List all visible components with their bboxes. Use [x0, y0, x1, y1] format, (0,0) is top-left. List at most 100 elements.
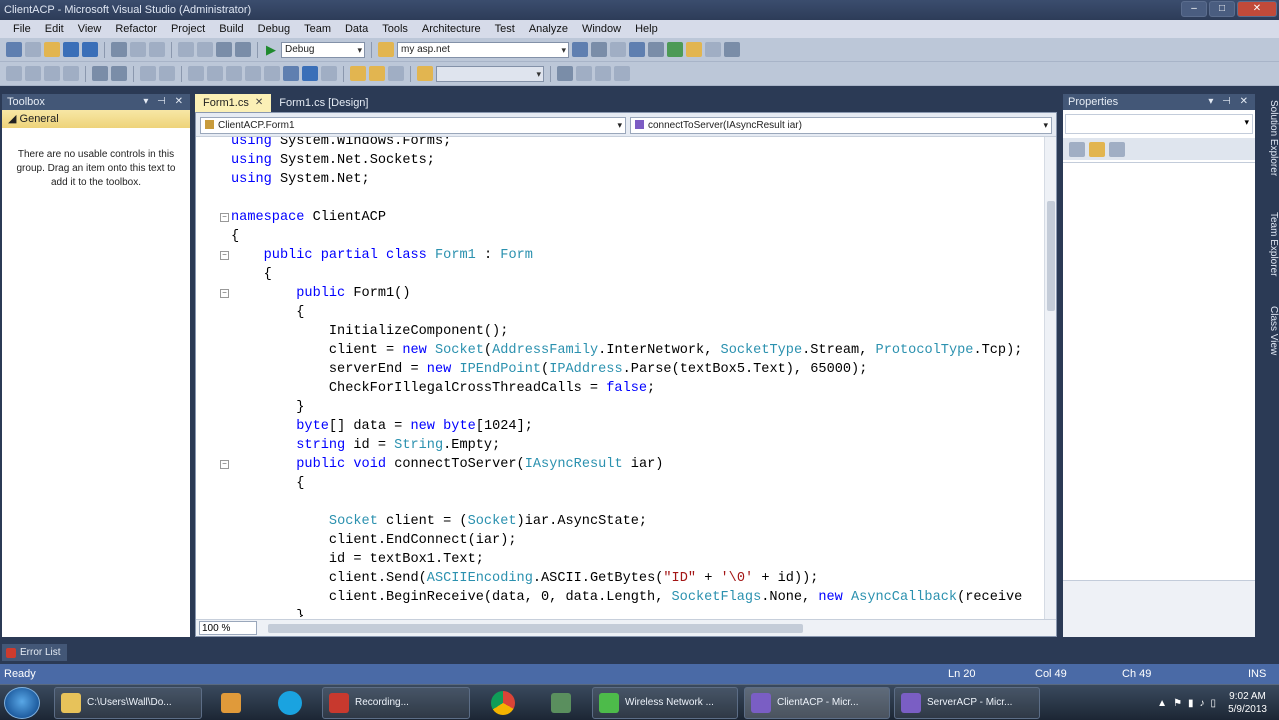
taskbar-recording[interactable]: Recording...	[322, 687, 470, 719]
next-bookmark-document-icon[interactable]	[302, 66, 318, 81]
menu-project[interactable]: Project	[164, 20, 212, 38]
taskbar-remote[interactable]	[536, 687, 586, 719]
paste-icon[interactable]	[149, 42, 165, 57]
code-line[interactable]: Socket client = (Socket)iar.AsyncState;	[231, 512, 647, 531]
error-list-tab[interactable]: Error List	[2, 644, 67, 661]
toggle-bookmark-icon[interactable]	[188, 66, 204, 81]
outline-collapse-icon[interactable]: −	[220, 460, 229, 469]
taskbar-clientacp[interactable]: ClientACP - Micr...	[744, 687, 890, 719]
extension-manager-icon[interactable]	[686, 42, 702, 57]
add-item-icon[interactable]	[25, 42, 41, 57]
show-hidden-icons-icon[interactable]: ▲	[1157, 698, 1167, 709]
navigate-backward-icon[interactable]	[216, 42, 232, 57]
code-line[interactable]: }	[231, 398, 304, 417]
next-bookmark-icon[interactable]	[226, 66, 242, 81]
menu-help[interactable]: Help	[628, 20, 665, 38]
debug-target-select[interactable]	[436, 65, 544, 82]
open-file-icon[interactable]	[44, 42, 60, 57]
code-line[interactable]: InitializeComponent();	[231, 322, 508, 341]
decrease-indent-icon[interactable]	[92, 66, 108, 81]
taskbar-chrome[interactable]	[476, 687, 530, 719]
display-parameter-info-icon[interactable]	[44, 66, 60, 81]
toolbar-options-icon[interactable]	[724, 42, 740, 57]
property-pages-icon[interactable]	[1109, 141, 1125, 157]
cut-icon[interactable]	[111, 42, 127, 57]
solution-configuration-select[interactable]: Debug	[281, 41, 365, 58]
code-line[interactable]: {	[231, 265, 272, 284]
immediate-window-icon[interactable]	[388, 66, 404, 81]
code-line[interactable]: id = textBox1.Text;	[231, 550, 484, 569]
types-dropdown[interactable]: ClientACP.Form1	[200, 117, 626, 134]
copy-icon[interactable]	[130, 42, 146, 57]
object-browser-icon[interactable]	[629, 42, 645, 57]
alphabetical-icon[interactable]	[1089, 141, 1105, 157]
action-center-icon[interactable]: ⚑	[1173, 698, 1182, 709]
code-line[interactable]: CheckForIllegalCrossThreadCalls = false;	[231, 379, 655, 398]
uncomment-icon[interactable]	[159, 66, 175, 81]
menu-team[interactable]: Team	[297, 20, 338, 38]
toolbox-group-general[interactable]: ◢ General	[2, 110, 190, 128]
taskbar-serveracp[interactable]: ServerACP - Micr...	[894, 687, 1040, 719]
code-line[interactable]: serverEnd = new IPEndPoint(IPAddress.Par…	[231, 360, 867, 379]
close-button[interactable]: ✕	[1237, 1, 1277, 17]
menu-test[interactable]: Test	[488, 20, 522, 38]
zoom-select[interactable]: 100 %	[199, 621, 257, 635]
next-bookmark-folder-icon[interactable]	[264, 66, 280, 81]
menu-window[interactable]: Window	[575, 20, 628, 38]
previous-bookmark-folder-icon[interactable]	[245, 66, 261, 81]
members-dropdown[interactable]: connectToServer(IAsyncResult iar)	[630, 117, 1052, 134]
step-over-icon[interactable]	[595, 66, 611, 81]
outline-collapse-icon[interactable]: −	[220, 251, 229, 260]
close-tab-icon[interactable]: ✕	[255, 94, 263, 112]
code-line[interactable]: byte[] data = new byte[1024];	[231, 417, 533, 436]
find-icon[interactable]	[572, 42, 588, 57]
code-line[interactable]: }	[231, 607, 304, 617]
taskbar-skype[interactable]	[262, 687, 318, 719]
solution-explorer-icon[interactable]	[591, 42, 607, 57]
navigate-forward-icon[interactable]	[235, 42, 251, 57]
quick-info-icon[interactable]	[63, 66, 79, 81]
sidetab-solution-explorer[interactable]: Solution Explorer	[1263, 100, 1279, 176]
properties-pin-icon[interactable]: ▾ ⊣ ✕	[1208, 94, 1251, 110]
volume-icon[interactable]: ♪	[1200, 698, 1205, 709]
sidetab-class-view[interactable]: Class View	[1263, 306, 1279, 355]
find-combo[interactable]: my asp.net	[397, 41, 569, 58]
code-line[interactable]: public void connectToServer(IAsyncResult…	[231, 455, 663, 474]
redo-icon[interactable]	[197, 42, 213, 57]
comment-out-icon[interactable]	[140, 66, 156, 81]
menu-architecture[interactable]: Architecture	[415, 20, 488, 38]
toolbox-icon[interactable]	[648, 42, 664, 57]
code-line[interactable]: client = new Socket(AddressFamily.InterN…	[231, 341, 1023, 360]
code-editor[interactable]: ClientACP.Form1 connectToServer(IAsyncRe…	[195, 112, 1057, 637]
save-all-icon[interactable]	[82, 42, 98, 57]
sidetab-team-explorer[interactable]: Team Explorer	[1263, 212, 1279, 276]
menu-build[interactable]: Build	[212, 20, 250, 38]
taskbar-media-player[interactable]	[206, 687, 256, 719]
code-area[interactable]: using System.Windows.Forms; using System.…	[196, 137, 1046, 617]
taskbar-explorer[interactable]: C:\Users\Wall\Do...	[54, 687, 202, 719]
code-line[interactable]: client.EndConnect(iar);	[231, 531, 517, 550]
tab-form1-cs[interactable]: Form1.cs ✕	[195, 94, 272, 112]
code-line[interactable]: {	[231, 227, 239, 246]
command-window-icon[interactable]	[705, 42, 721, 57]
outline-collapse-icon[interactable]: −	[220, 213, 229, 222]
start-debugging-icon[interactable]: ▶	[264, 42, 278, 58]
previous-bookmark-icon[interactable]	[207, 66, 223, 81]
start-page-icon[interactable]	[667, 42, 683, 57]
pin-source-icon[interactable]	[557, 66, 573, 81]
code-line[interactable]: string id = String.Empty;	[231, 436, 500, 455]
minimize-button[interactable]: –	[1181, 1, 1207, 17]
code-line[interactable]: {	[231, 303, 304, 322]
code-line[interactable]: public partial class Form1 : Form	[231, 246, 533, 265]
menu-view[interactable]: View	[71, 20, 109, 38]
clear-bookmarks-icon[interactable]	[321, 66, 337, 81]
debug-target-icon[interactable]	[417, 66, 433, 81]
increase-indent-icon[interactable]	[111, 66, 127, 81]
menu-analyze[interactable]: Analyze	[522, 20, 575, 38]
new-project-icon[interactable]	[6, 42, 22, 57]
menu-tools[interactable]: Tools	[375, 20, 415, 38]
breakpoints-window-icon[interactable]	[350, 66, 366, 81]
code-line[interactable]: namespace ClientACP	[231, 208, 386, 227]
output-window-icon[interactable]	[369, 66, 385, 81]
properties-window-icon[interactable]	[610, 42, 626, 57]
